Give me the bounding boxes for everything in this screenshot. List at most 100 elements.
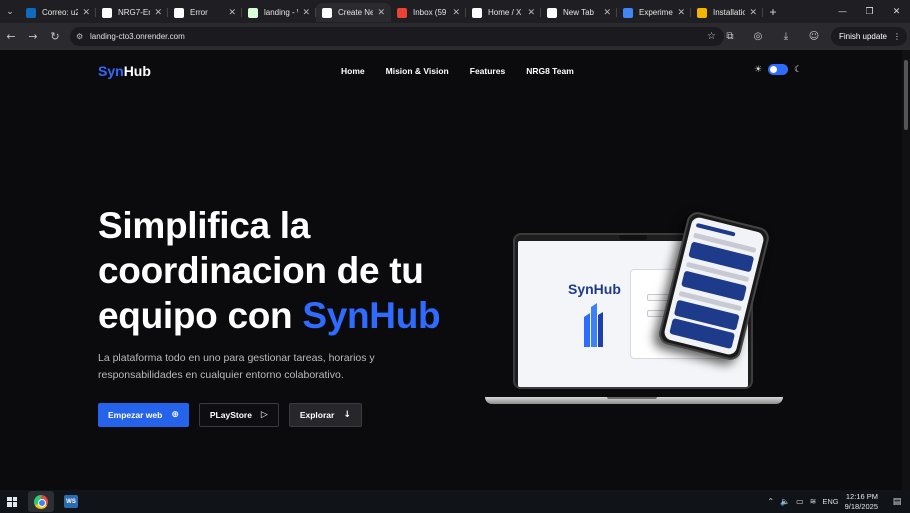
hero-title: Simplifica la coordinacion de tu equipo … (98, 203, 441, 338)
clock[interactable]: 12:16 PM 9/18/2025 (845, 492, 878, 512)
nav-link-team[interactable]: NRG8 Team (526, 66, 574, 76)
tab-close-icon[interactable]: ✕ (82, 8, 90, 18)
explore-button[interactable]: Explorar ↓ (288, 403, 362, 427)
close-window-icon[interactable]: ✕ (883, 0, 910, 23)
tab-label: Experimen (639, 8, 674, 17)
notification-icon[interactable]: ▤ (888, 490, 906, 513)
site-info-icon[interactable]: ⚙ (76, 32, 90, 41)
buildings-logo-icon (584, 303, 603, 347)
tab-close-icon[interactable]: ✕ (677, 8, 685, 18)
forward-icon[interactable]: → (22, 26, 44, 48)
browser-tab-strip: ⌄ Correo: u2✕NRG7-Emi✕Error✕landing - \✕… (0, 0, 910, 23)
tab-close-icon[interactable]: ✕ (377, 8, 385, 18)
mockup-logo: SynHub (568, 281, 621, 297)
extensions-icon[interactable]: ⧉ (719, 26, 741, 48)
screenshot-icon[interactable]: ◎ (747, 26, 769, 48)
github-icon (102, 7, 112, 18)
new-tab-button[interactable]: + (763, 5, 783, 19)
docs-icon (623, 7, 633, 18)
install-icon (697, 7, 707, 18)
site-nav: Home Mision & Vision Features NRG8 Team (341, 66, 574, 76)
browser-tab[interactable]: Home / X ✕ (466, 3, 541, 22)
back-icon[interactable]: ← (0, 26, 22, 48)
page-scrollbar[interactable] (902, 50, 910, 490)
nav-link-home[interactable]: Home (341, 66, 365, 76)
chrome-icon (34, 494, 48, 509)
nav-link-features[interactable]: Features (470, 66, 505, 76)
browser-tab[interactable]: Correo: u2 ✕ (20, 3, 96, 22)
language-indicator[interactable]: ENG (822, 497, 838, 506)
site-logo[interactable]: SynHub (98, 63, 151, 79)
windows-taskbar: WS ⌃ 🔈 ▭ ≋ ENG 12:16 PM 9/18/2025 ▤ (0, 490, 910, 513)
start-web-button[interactable]: Empezar web ⊕ (98, 403, 189, 427)
browser-tab[interactable]: Inbox (59 ✕ (391, 3, 466, 22)
download-icon[interactable]: ⤓ (775, 26, 797, 48)
playstore-button[interactable]: PLayStore ▷ (198, 403, 279, 427)
browser-tab[interactable]: Error ✕ (168, 3, 242, 22)
hero-title-prefix: equipo con (98, 295, 303, 336)
finish-update-button[interactable]: Finish update ⋮ (830, 27, 907, 46)
tab-close-icon[interactable]: ✕ (452, 8, 460, 18)
reload-icon[interactable]: ↻ (44, 26, 66, 48)
browser-tab[interactable]: NRG7-Emi ✕ (96, 3, 168, 22)
profile-icon[interactable]: ☺ (803, 26, 825, 48)
tray-chevron-icon[interactable]: ⌃ (767, 497, 774, 506)
browser-tab[interactable]: landing - \ ✕ (242, 3, 316, 22)
tab-label: NRG7-Emi (118, 8, 150, 17)
tab-close-icon[interactable]: ✕ (749, 8, 757, 18)
logo-part-syn: Syn (98, 63, 124, 79)
tab-label: landing - \ (264, 8, 299, 17)
theme-toggle[interactable] (768, 64, 789, 75)
page-viewport: SynHub Home Mision & Vision Features NRG… (0, 50, 910, 490)
hero-title-highlight: SynHub (302, 295, 441, 336)
start-button[interactable] (0, 490, 24, 513)
globe-icon: ⊕ (171, 410, 179, 420)
playstore-label: PLayStore (209, 410, 252, 420)
render-icon (322, 7, 332, 18)
windows-logo-icon (7, 496, 17, 507)
clock-time: 12:16 PM (845, 491, 878, 501)
start-web-label: Empezar web (108, 410, 163, 420)
tab-close-icon[interactable]: ✕ (527, 8, 535, 18)
github-icon (174, 7, 184, 18)
play-icon: ▷ (260, 410, 268, 420)
browser-tab[interactable]: Installatio ✕ (691, 3, 763, 22)
browser-tab[interactable]: Experimen ✕ (617, 3, 691, 22)
taskbar-webstorm[interactable]: WS (58, 491, 84, 512)
finish-update-label: Finish update (838, 32, 887, 41)
tab-close-icon[interactable]: ✕ (302, 8, 310, 18)
tab-label: Inbox (59 (413, 8, 447, 17)
x-icon (472, 7, 482, 18)
taskbar-chrome[interactable] (28, 491, 54, 512)
more-menu-icon[interactable]: ⋮ (893, 32, 901, 41)
tab-label: Home / X (488, 8, 522, 17)
minimize-icon[interactable]: — (829, 0, 856, 23)
hero-subtitle: La plataforma todo en uno para gestionar… (98, 352, 375, 381)
scrollbar-thumb[interactable] (904, 60, 908, 130)
logo-part-hub: Hub (123, 63, 151, 79)
tab-label: New Tab (563, 8, 594, 17)
address-bar[interactable]: ⚙ landing-cto3.onrender.com ☆ (70, 27, 724, 46)
nav-link-mission-vision[interactable]: Mision & Vision (386, 66, 449, 76)
laptop-base (485, 397, 783, 404)
tab-close-icon[interactable]: ✕ (228, 8, 236, 18)
browser-tab[interactable]: Create Ne ✕ (316, 3, 391, 22)
sun-icon: ☀ (754, 64, 763, 75)
gmail-icon (397, 7, 407, 18)
browser-toolbar: ← → ↻ ⚙ landing-cto3.onrender.com ☆ ⧉ ◎ … (0, 23, 910, 50)
hero-cta-group: Empezar web ⊕ PLayStore ▷ Explorar ↓ (98, 403, 362, 427)
browser-tab[interactable]: New Tab ✕ (541, 3, 617, 22)
tab-label: Error (190, 8, 208, 17)
battery-icon[interactable]: ▭ (796, 497, 804, 506)
hero-title-line-2: coordinacion de tu (98, 250, 424, 291)
window-controls: — ❐ ✕ (829, 0, 910, 23)
bookmark-star-icon[interactable]: ☆ (707, 31, 716, 42)
tab-search-chevron-icon[interactable]: ⌄ (0, 0, 20, 23)
volume-icon[interactable]: 🔈 (780, 497, 790, 506)
wifi-icon[interactable]: ≋ (810, 497, 817, 506)
tab-label: Create Ne (338, 8, 374, 17)
url-text[interactable]: landing-cto3.onrender.com (90, 32, 185, 41)
tab-close-icon[interactable]: ✕ (603, 8, 611, 18)
restore-icon[interactable]: ❐ (856, 0, 883, 23)
tab-close-icon[interactable]: ✕ (154, 8, 162, 18)
